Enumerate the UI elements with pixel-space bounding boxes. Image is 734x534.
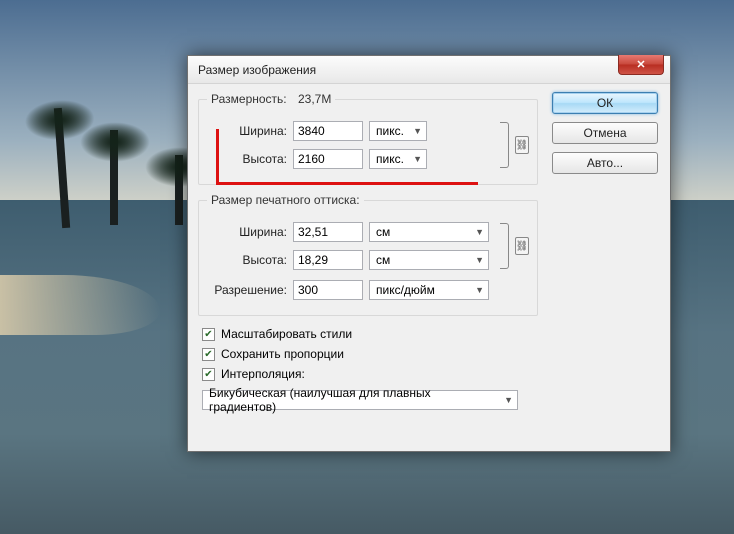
document-size-group: Размер печатного оттиска: Ширина: см ▼ [198,193,538,316]
image-size-dialog: Размер изображения ✕ Размерность: 23,7M … [187,55,671,452]
width-label: Ширина: [207,124,293,138]
dimensions-legend: Размерность: [211,92,287,106]
pixel-dimensions-group: Размерность: 23,7M Ширина: пикс. ▼ [198,92,538,185]
titlebar[interactable]: Размер изображения ✕ [188,56,670,84]
annotation-mark [216,182,478,185]
chevron-down-icon: ▼ [504,395,513,405]
link-icon[interactable]: ⛓ [515,136,529,154]
scale-styles-checkbox[interactable]: ✔ Масштабировать стили [202,324,538,344]
chevron-down-icon: ▼ [475,227,484,237]
link-bracket [499,116,513,174]
print-height-input[interactable] [293,250,363,270]
interpolation-method-select[interactable]: Бикубическая (наилучшая для плавных град… [202,390,518,410]
close-button[interactable]: ✕ [618,55,664,75]
dialog-title: Размер изображения [198,63,316,77]
auto-button[interactable]: Авто... [552,152,658,174]
resolution-label: Разрешение: [207,283,293,297]
chevron-down-icon: ▼ [475,255,484,265]
print-width-input[interactable] [293,222,363,242]
constrain-proportions-checkbox[interactable]: ✔ Сохранить пропорции [202,344,538,364]
pixel-height-unit-select[interactable]: пикс. ▼ [369,149,427,169]
print-legend: Размер печатного оттиска: [207,193,364,207]
print-height-unit-select[interactable]: см ▼ [369,250,489,270]
chevron-down-icon: ▼ [475,285,484,295]
pixel-width-input[interactable] [293,121,363,141]
resolution-unit-select[interactable]: пикс/дюйм ▼ [369,280,489,300]
print-height-label: Высота: [207,253,293,267]
checkbox-icon: ✔ [202,328,215,341]
annotation-mark [216,129,219,185]
pixel-width-unit-select[interactable]: пикс. ▼ [369,121,427,141]
link-bracket [499,217,513,275]
interpolation-checkbox[interactable]: ✔ Интерполяция: [202,364,538,384]
checkbox-icon: ✔ [202,348,215,361]
chevron-down-icon: ▼ [413,126,422,136]
close-icon: ✕ [636,58,645,71]
pixel-height-input[interactable] [293,149,363,169]
dimensions-size: 23,7M [298,92,331,106]
link-icon[interactable]: ⛓ [515,237,529,255]
checkbox-icon: ✔ [202,368,215,381]
cancel-button[interactable]: Отмена [552,122,658,144]
chevron-down-icon: ▼ [413,154,422,164]
print-width-label: Ширина: [207,225,293,239]
ok-button[interactable]: ОК [552,92,658,114]
height-label: Высота: [207,152,293,166]
resolution-input[interactable] [293,280,363,300]
print-width-unit-select[interactable]: см ▼ [369,222,489,242]
